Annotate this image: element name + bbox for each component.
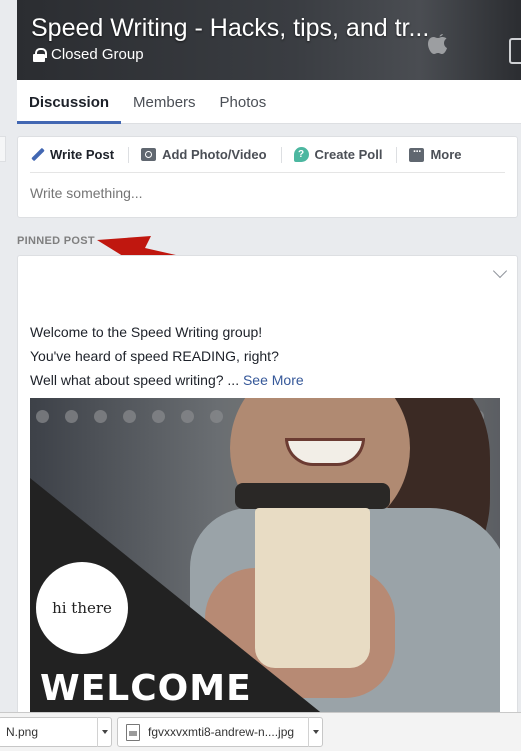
post-line-text: You've heard of speed READING, right? <box>30 348 279 364</box>
see-more-link[interactable]: See More <box>243 372 304 388</box>
add-photo-video-button[interactable]: Add Photo/Video <box>141 137 280 173</box>
download-filename: fgvxxvxmti8-andrew-n....jpg <box>148 725 295 739</box>
divider <box>280 146 282 163</box>
tab-members[interactable]: Members <box>121 80 208 124</box>
download-item[interactable]: N.png <box>0 717 112 747</box>
cover-edge-button[interactable] <box>509 38 521 64</box>
group-cover: Speed Writing - Hacks, tips, and tr... C… <box>17 0 521 80</box>
welcome-headline: WELCOME <box>40 668 252 709</box>
pinned-post: Welcome to the Speed Writing group! You'… <box>17 255 518 725</box>
hi-there-badge: hi there <box>40 566 124 650</box>
group-privacy[interactable]: Closed Group <box>33 46 144 63</box>
tab-discussion[interactable]: Discussion <box>17 80 122 124</box>
write-post-label: Write Post <box>50 147 115 162</box>
divider <box>396 146 398 163</box>
add-photo-video-label: Add Photo/Video <box>162 147 267 162</box>
badge-text: hi there <box>52 599 112 617</box>
file-icon <box>126 723 140 741</box>
post-line-text: Well what about speed writing? ... <box>30 372 240 388</box>
pinned-post-label: PINNED POST <box>17 235 95 247</box>
create-poll-button[interactable]: ? Create Poll <box>293 137 397 173</box>
post-line: Welcome to the Speed Writing group! <box>30 324 263 340</box>
post-composer: Write Post Add Photo/Video ? Create Poll… <box>17 136 518 218</box>
post-line: You've heard of speed READING, right? <box>30 344 304 368</box>
group-privacy-label: Closed Group <box>51 46 144 63</box>
group-title[interactable]: Speed Writing - Hacks, tips, and tr... <box>31 14 429 43</box>
download-item[interactable]: fgvxxvxmti8-andrew-n....jpg <box>117 717 323 747</box>
apple-logo-icon <box>428 34 447 54</box>
group-tabs: Discussion Members Photos <box>17 80 521 124</box>
post-body: Welcome to the Speed Writing group! You'… <box>30 320 304 392</box>
post-line: Well what about speed writing? ... See M… <box>30 368 304 392</box>
create-poll-label: Create Poll <box>314 147 383 162</box>
more-button[interactable]: ··· More <box>409 137 475 173</box>
composer-actions: Write Post Add Photo/Video ? Create Poll… <box>30 137 505 173</box>
left-edge-panel <box>0 136 6 162</box>
download-filename: N.png <box>6 725 39 739</box>
write-post-button[interactable]: Write Post <box>30 137 128 173</box>
more-icon: ··· <box>409 146 425 162</box>
chevron-down-icon[interactable] <box>308 717 322 747</box>
post-image[interactable]: hi there WELCOME <box>30 398 500 724</box>
divider <box>128 146 130 163</box>
photo-icon <box>141 148 157 161</box>
more-label: More <box>430 147 462 162</box>
lock-icon <box>33 47 47 62</box>
chevron-down-icon[interactable] <box>492 263 508 279</box>
download-bar: N.png fgvxxvxmti8-andrew-n....jpg <box>0 712 521 751</box>
poll-icon: ? <box>293 147 309 162</box>
pencil-icon <box>30 148 44 162</box>
tab-photos[interactable]: Photos <box>208 80 279 124</box>
composer-input[interactable] <box>30 185 500 201</box>
chevron-down-icon[interactable] <box>97 717 111 747</box>
